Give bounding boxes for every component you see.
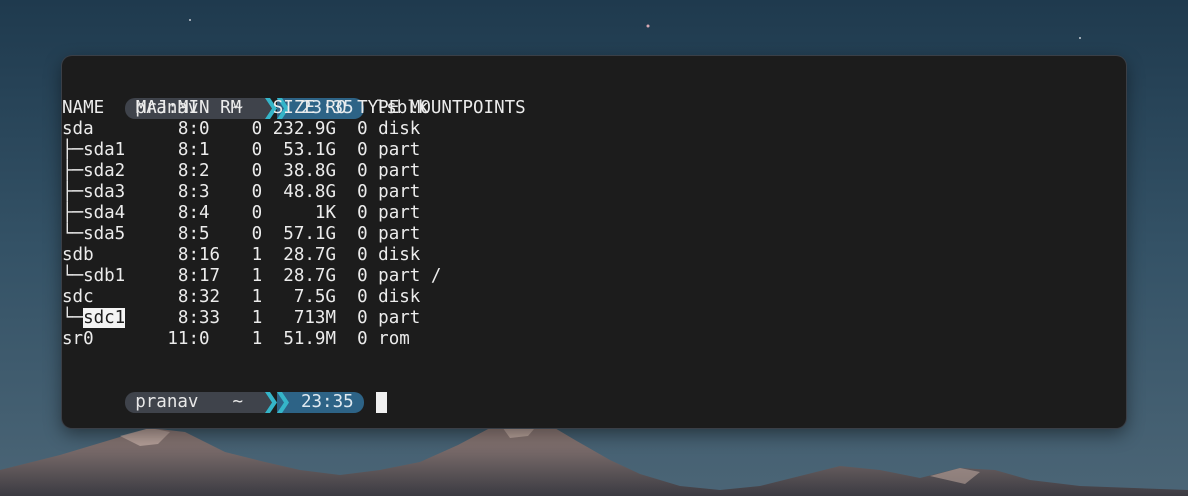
prompt-user: pranav [125, 392, 199, 413]
table-row: └─sdc1 8:33 1 713M 0 part [62, 308, 421, 328]
table-row: ├─sda4 8:4 0 1K 0 part [62, 203, 421, 223]
terminal-output[interactable]: pranav ~23:35 lsblk NAME MAJ:MIN RM SIZE … [62, 77, 1126, 428]
table-header: NAME MAJ:MIN RM SIZE RO TYPE MOUNTPOINTS [62, 98, 1126, 119]
text-cursor[interactable] [375, 392, 387, 413]
table-row: sr0 11:0 1 51.9M 0 rom [62, 329, 410, 349]
chevron-separator-icon [276, 392, 289, 413]
table-row: ├─sda1 8:1 0 53.1G 0 part [62, 140, 421, 160]
table-row: sda 8:0 0 232.9G 0 disk [62, 119, 421, 139]
chevron-separator-icon [264, 392, 277, 413]
shell-prompt: pranav ~23:35 [125, 392, 364, 413]
table-row: ├─sda2 8:2 0 38.8G 0 part [62, 161, 421, 181]
col-ro: RO [325, 98, 347, 118]
prompt-time: 23:35 [288, 392, 354, 413]
selected-text[interactable]: sdc1 [83, 308, 126, 328]
prompt-line: pranav ~23:35 lsblk [62, 77, 1126, 119]
table-row: sdc 8:32 1 7.5G 0 disk [62, 287, 421, 307]
table-row: ├─sda3 8:3 0 48.8G 0 part [62, 182, 421, 202]
col-mountpoints: MOUNTPOINTS [409, 98, 526, 118]
terminal-window[interactable]: pranav ~23:35 lsblk NAME MAJ:MIN RM SIZE … [62, 56, 1126, 428]
prompt-line[interactable]: pranav ~23:35 [62, 371, 1126, 413]
col-type: TYPE [357, 98, 400, 118]
table-row: └─sda5 8:5 0 57.1G 0 part [62, 224, 421, 244]
col-name: NAME [62, 98, 105, 118]
table-row: sdb 8:16 1 28.7G 0 disk [62, 245, 421, 265]
col-rm: RM [220, 98, 242, 118]
col-majmin: MAJ:MIN [135, 98, 210, 118]
prompt-dir: ~ [198, 392, 265, 413]
table-row: └─sdb1 8:17 1 28.7G 0 part / [62, 266, 442, 286]
col-size: SIZE [272, 98, 315, 118]
